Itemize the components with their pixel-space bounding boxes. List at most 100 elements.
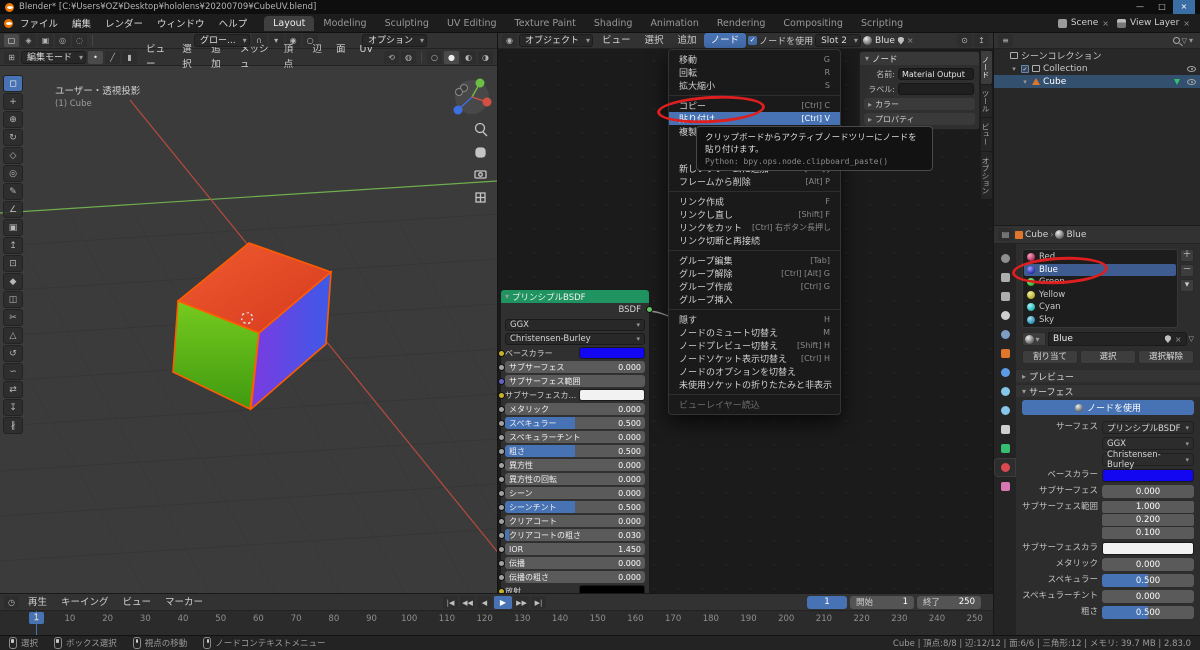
workspace-tab[interactable]: Compositing: [774, 16, 852, 31]
properties-tab-world[interactable]: [995, 326, 1015, 343]
properties-tab-view-layer[interactable]: [995, 288, 1015, 305]
workspace-tab[interactable]: Layout: [264, 15, 315, 31]
node-input-row[interactable]: スペキュラーチント 0.000: [498, 431, 645, 443]
filter-dropdown-icon[interactable]: ▾: [1189, 36, 1193, 45]
slot-dropdown[interactable]: Slot 2: [815, 34, 861, 47]
timeline-menu-item[interactable]: 再生: [21, 595, 54, 610]
tool-measure[interactable]: ∠: [3, 201, 23, 218]
blender-menu-icon[interactable]: [4, 18, 13, 28]
frame-end-field[interactable]: 終了 250: [917, 595, 981, 609]
context-menu-item[interactable]: ビューレイヤー読込: [669, 398, 840, 411]
input-socket[interactable]: [498, 419, 505, 427]
context-menu-item[interactable]: グループ解除 [Ctrl] [Alt] G: [669, 267, 840, 280]
workspace-tab[interactable]: Animation: [641, 16, 707, 31]
context-menu-item[interactable]: リンク作成 F: [669, 195, 840, 208]
tool-annotate[interactable]: ✎: [3, 183, 23, 200]
prev-keyframe-button[interactable]: ◀◀: [460, 596, 475, 609]
input-socket[interactable]: [498, 405, 505, 413]
value-slider[interactable]: 伝播の粗さ 0.000: [505, 571, 645, 583]
context-menu-item[interactable]: グループ挿入: [669, 293, 840, 306]
number-field[interactable]: 0.100: [1102, 527, 1194, 539]
color-swatch[interactable]: [579, 585, 645, 593]
next-keyframe-button[interactable]: ▶▶: [514, 596, 529, 609]
context-menu-item[interactable]: ノードのオプションを切替え: [669, 365, 840, 378]
input-socket[interactable]: [498, 461, 505, 469]
topbar-menu-item[interactable]: ファイル: [13, 15, 65, 31]
input-socket[interactable]: [498, 517, 505, 525]
overlays-icon[interactable]: ◍: [401, 50, 416, 64]
context-menu-item[interactable]: リンク切断と再接続: [669, 234, 840, 247]
input-socket[interactable]: [498, 531, 505, 539]
box-mode-icon[interactable]: ▣: [38, 34, 53, 47]
properties-tab-texture[interactable]: [995, 478, 1015, 495]
context-menu-item[interactable]: 未使用ソケットの折りたたみと非表示: [669, 378, 840, 391]
context-menu-item[interactable]: リンクをカット [Ctrl] 右ボタン長押し: [669, 221, 840, 234]
input-socket[interactable]: [498, 573, 505, 581]
tool-scale[interactable]: ◇: [3, 147, 23, 164]
tool-extrude[interactable]: ↥: [3, 237, 23, 254]
editor-type-icon[interactable]: ≡: [998, 34, 1013, 47]
tool-cursor[interactable]: +: [3, 93, 23, 110]
timeline-ruler[interactable]: 1 1 10 20 30 40 50 60 70 80 90 100 110 120 130 140 150 1…: [0, 611, 993, 635]
material-slot-cyan[interactable]: Cyan: [1024, 301, 1176, 314]
mode-dropdown[interactable]: 編集モード: [21, 50, 87, 64]
value-slider[interactable]: メタリック 0.000: [505, 403, 645, 415]
tool-spin[interactable]: ↺: [3, 345, 23, 362]
context-menu-item[interactable]: 拡大縮小 S: [669, 79, 840, 92]
tool-smooth[interactable]: ∽: [3, 363, 23, 380]
material-action-button[interactable]: 割り当て: [1022, 350, 1078, 364]
editor-type-icon[interactable]: ◉: [502, 34, 517, 47]
bsdf-output-socket[interactable]: [646, 306, 653, 313]
principled-bsdf-node[interactable]: ▾ プリンシプルBSDF BSDF GGX ▾ Christensen-Burley…: [498, 289, 653, 593]
editor-type-icon[interactable]: ▤: [998, 228, 1013, 241]
value-slider[interactable]: クリアコートの粗さ 0.030: [505, 529, 645, 541]
material-slot-blue[interactable]: Blue: [1024, 263, 1176, 276]
node-input-row[interactable]: 放射: [498, 585, 645, 593]
unlink-view-layer-icon[interactable]: ×: [1183, 19, 1190, 28]
add-slot-button[interactable]: ＋: [1180, 249, 1194, 262]
value-slider[interactable]: スペキュラーチント 0.000: [505, 431, 645, 443]
tool-select-box[interactable]: ◻: [3, 75, 23, 92]
topbar-menu-item[interactable]: ヘルプ: [212, 15, 255, 31]
node-input-row[interactable]: シーン 0.000: [498, 487, 645, 499]
input-socket[interactable]: [498, 503, 505, 511]
vector-field[interactable]: サブサーフェス範囲: [505, 375, 645, 387]
material-action-button[interactable]: 選択: [1080, 350, 1136, 364]
input-socket[interactable]: [498, 349, 505, 357]
rendered-shading-icon[interactable]: ◑: [478, 50, 493, 64]
outliner-row[interactable]: ▾ ✓ Collection: [994, 62, 1200, 75]
node-input-row[interactable]: クリアコート 0.000: [498, 515, 645, 527]
number-field[interactable]: 0.200: [1102, 514, 1194, 526]
value-slider[interactable]: スペキュラー 0.500: [505, 417, 645, 429]
node-input-row[interactable]: サブサーフェス範囲: [498, 375, 645, 387]
material-slot-sky[interactable]: Sky: [1024, 314, 1176, 327]
node-input-row[interactable]: サブサーフェスカ...: [498, 389, 645, 401]
properties-tab-scene[interactable]: [995, 307, 1015, 324]
value-slider[interactable]: 伝播 0.000: [505, 557, 645, 569]
preview-panel-header[interactable]: ▸ プレビュー: [1016, 369, 1200, 383]
properties-tab-physics[interactable]: [995, 402, 1015, 419]
lasso-mode-icon[interactable]: ◌: [72, 34, 87, 47]
unlink-material-icon[interactable]: ×: [907, 36, 914, 45]
context-menu-item[interactable]: 回転 R: [669, 66, 840, 79]
workspace-tab[interactable]: Modeling: [314, 16, 375, 31]
fake-user-icon[interactable]: [1164, 335, 1171, 343]
property-dropdown[interactable]: プリンシプルBSDF ▾: [1102, 421, 1194, 434]
workspace-tab[interactable]: Texture Paint: [506, 16, 585, 31]
input-socket[interactable]: [498, 545, 505, 553]
tool-poly-build[interactable]: △: [3, 327, 23, 344]
context-menu-item[interactable]: 隠す H: [669, 313, 840, 326]
surface-panel-header[interactable]: ▾ サーフェス: [1016, 384, 1200, 398]
tool-rotate[interactable]: ↻: [3, 129, 23, 146]
solid-shading-icon[interactable]: ●: [444, 50, 459, 64]
collection-checkbox[interactable]: ✓: [1021, 64, 1029, 73]
input-socket[interactable]: [498, 475, 505, 483]
tool-inset[interactable]: ⊡: [3, 255, 23, 272]
context-menu-item[interactable]: 貼り付け [Ctrl] V: [669, 112, 840, 125]
properties-tab-object[interactable]: [995, 345, 1015, 362]
context-menu-item[interactable]: ノードのミュート切替え M: [669, 326, 840, 339]
tweak-mode-icon[interactable]: ◈: [21, 34, 36, 47]
node-input-row[interactable]: ベースカラー: [498, 347, 645, 359]
workspace-tab[interactable]: Shading: [585, 16, 642, 31]
node-name-field[interactable]: Material Output: [898, 68, 974, 80]
